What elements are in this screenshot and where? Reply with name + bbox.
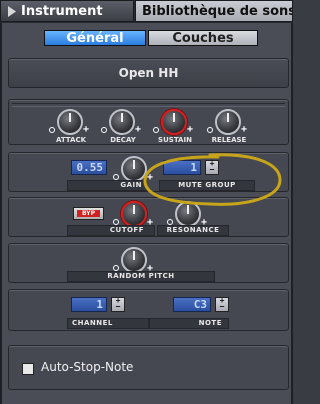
adsr-divider [12, 103, 285, 107]
tab-instrument[interactable]: Instrument [0, 0, 134, 22]
decay-plus: + [135, 124, 142, 135]
subtab-layers[interactable]: Couches [148, 30, 258, 46]
attack-knob[interactable] [57, 109, 83, 135]
top-tab-bar: Instrument Bibliothèque de sons [0, 0, 293, 23]
gain-display[interactable]: 0.55 [71, 160, 107, 175]
tab-library-label: Bibliothèque de sons [142, 4, 293, 19]
cutoff-label: CUTOFF [67, 225, 155, 236]
decay-min-dot [101, 127, 107, 133]
annotation-ellipse [143, 153, 282, 206]
filter-bypass-label: BYP [77, 210, 100, 217]
auto-stop-note-section: Auto-Stop-Note [8, 345, 289, 390]
channel-stepper[interactable]: + − [111, 297, 125, 312]
release-label: RELEASE [211, 136, 247, 144]
channel-display[interactable]: 1 [71, 297, 107, 312]
release-min-dot [207, 127, 213, 133]
tab-arrow-icon [8, 6, 16, 17]
note-stepper[interactable]: + − [215, 297, 229, 312]
adsr-section: + ATTACK + DECAY + SUSTAIN + RELEASE [8, 99, 289, 145]
instrument-name: Open HH [8, 58, 289, 88]
resonance-label: RESONANCE [157, 225, 229, 236]
random-pitch-label: RANDOM PITCH [67, 271, 215, 282]
sustain-min-dot [153, 127, 159, 133]
attack-plus: + [83, 124, 90, 135]
tab-instrument-label: Instrument [21, 4, 103, 19]
subtab-general[interactable]: Général [44, 30, 146, 46]
random-pitch-knob[interactable] [121, 247, 147, 273]
auto-stop-note-label: Auto-Stop-Note [41, 360, 134, 374]
tab-library[interactable]: Bibliothèque de sons [135, 0, 293, 22]
subtab-bar: Général Couches [44, 30, 258, 46]
filter-bypass-button[interactable]: BYP [73, 207, 104, 220]
decay-label: DECAY [110, 136, 136, 144]
random-pitch-section: + RANDOM PITCH [8, 243, 289, 283]
sustain-plus: + [187, 124, 194, 135]
instrument-panel: Général Couches Open HH + ATTACK + DECAY… [0, 23, 293, 404]
gain-label: GAIN [67, 180, 147, 191]
sustain-knob[interactable] [161, 109, 187, 135]
note-label: NOTE [149, 318, 229, 329]
midi-section: 1 + − CHANNEL C3 + − NOTE [8, 289, 289, 331]
decay-knob[interactable] [109, 109, 135, 135]
attack-label: ATTACK [55, 136, 87, 144]
channel-label: CHANNEL [67, 318, 149, 329]
auto-stop-note-checkbox[interactable] [22, 363, 34, 375]
release-knob[interactable] [215, 109, 241, 135]
release-plus: + [241, 124, 248, 135]
attack-min-dot [49, 127, 55, 133]
note-display[interactable]: C3 [173, 297, 211, 312]
sustain-label: SUSTAIN [158, 136, 192, 144]
